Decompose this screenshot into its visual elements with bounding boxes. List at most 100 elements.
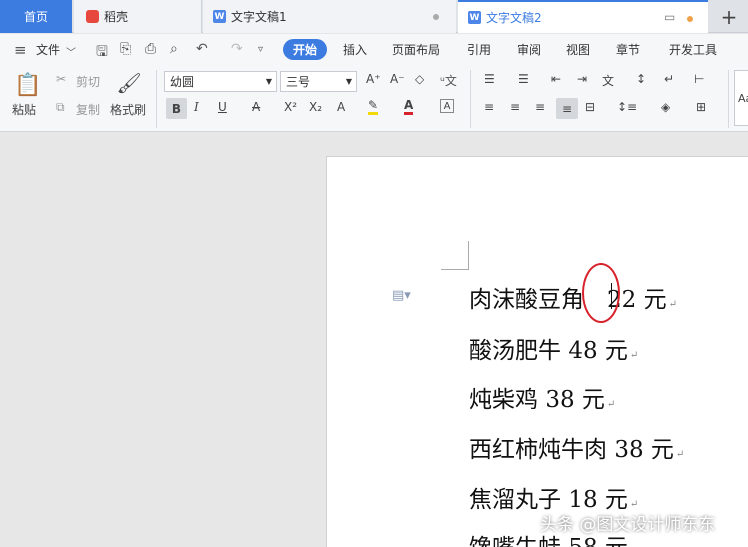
- menu-developer[interactable]: 开发工具: [669, 41, 717, 58]
- dish-name: 酸汤肥牛: [469, 338, 561, 364]
- italic-button[interactable]: I: [194, 100, 199, 114]
- format-painter-button[interactable]: 格式刷: [110, 101, 146, 118]
- style-gallery[interactable]: Aa: [734, 70, 748, 126]
- paragraph-mark-icon: ↵: [606, 399, 616, 410]
- menu-view[interactable]: 视图: [566, 41, 590, 58]
- paragraph-mark-icon: ↵: [668, 299, 677, 310]
- watermark: 头条 @图文设计师东东: [540, 515, 716, 535]
- copy-button[interactable]: 复制: [76, 101, 100, 118]
- font-size-select[interactable]: 三号 ▼: [280, 71, 357, 92]
- print-preview-icon[interactable]: ⌕: [170, 41, 178, 57]
- font-size-value: 三号: [286, 75, 311, 89]
- print-icon[interactable]: ⎙: [145, 41, 156, 57]
- borders-icon[interactable]: ⊞: [696, 100, 706, 114]
- tab-daoke-label: 稻壳: [104, 10, 129, 24]
- strikethrough-icon[interactable]: A: [252, 100, 260, 114]
- paragraph-options-icon[interactable]: ▤▾: [392, 288, 411, 303]
- underline-button[interactable]: U: [218, 100, 227, 114]
- more-chevron-icon[interactable]: ▿: [258, 44, 263, 55]
- export-icon[interactable]: ⎘: [120, 41, 131, 57]
- dish-price: 58 元: [568, 535, 628, 547]
- scissors-icon[interactable]: ✂: [56, 72, 66, 86]
- highlight-icon[interactable]: ✎: [368, 98, 379, 115]
- redo-icon[interactable]: ↷: [231, 41, 243, 57]
- menu-layout[interactable]: 页面布局: [392, 41, 440, 58]
- chevron-down-icon: ▼: [265, 77, 272, 86]
- annotation-circle: [582, 263, 620, 323]
- tab-home[interactable]: 首页: [0, 0, 72, 33]
- font-name-value: 幼圆: [170, 75, 195, 89]
- numbered-list-icon[interactable]: ☰: [518, 72, 529, 86]
- copy-icon[interactable]: ⧉: [56, 100, 65, 115]
- save-icon[interactable]: 🖫: [96, 41, 108, 65]
- paragraph-mark-icon: ↵: [629, 350, 639, 361]
- align-left-icon[interactable]: ≡: [484, 100, 494, 114]
- divider: [156, 70, 157, 128]
- show-marks-icon[interactable]: ↵: [664, 72, 674, 86]
- font-name-select[interactable]: 幼圆 ▼: [164, 71, 277, 92]
- new-tab-button[interactable]: +: [714, 3, 744, 30]
- dish-name: 西红柿炖牛肉: [469, 437, 607, 463]
- menu-review[interactable]: 审阅: [517, 41, 541, 58]
- tab-doc1[interactable]: W 文字文稿1: [203, 0, 456, 33]
- menu-section[interactable]: 章节: [616, 41, 640, 58]
- phonetic-guide-icon[interactable]: ᵘ文: [440, 72, 457, 89]
- decrease-indent-icon[interactable]: ⇤: [551, 72, 561, 86]
- tab-doc2[interactable]: W 文字文稿2 ▭: [458, 0, 708, 33]
- subscript-button[interactable]: X₂: [309, 100, 322, 114]
- menu-file[interactable]: 文件: [36, 41, 60, 58]
- dish-price: 38 元: [545, 387, 605, 413]
- margin-corner-mark: [441, 269, 469, 270]
- text-effect-icon[interactable]: A: [337, 100, 345, 114]
- menu-line[interactable]: 炖柴鸡 38 元 ↵: [469, 380, 615, 414]
- justify-icon[interactable]: ≡: [556, 98, 578, 119]
- superscript-button[interactable]: X²: [284, 100, 297, 114]
- bold-button[interactable]: B: [166, 98, 187, 119]
- paragraph-mark-icon: ↵: [675, 449, 685, 460]
- tab-bar: 首页 稻壳 W 文字文稿1 W 文字文稿2 ▭ +: [0, 0, 748, 33]
- chevron-down-icon[interactable]: ﹀: [66, 44, 76, 59]
- window-icon[interactable]: ▭: [664, 10, 675, 24]
- format-painter-icon[interactable]: 🖌: [116, 70, 141, 96]
- shrink-font-icon[interactable]: A⁻: [390, 72, 405, 86]
- tab-doc2-label: 文字文稿2: [486, 11, 542, 25]
- line-spacing-icon[interactable]: ↕≡: [617, 100, 637, 114]
- writer-doc-icon: W: [213, 10, 226, 23]
- align-center-icon[interactable]: ≡: [510, 100, 520, 114]
- dish-name: 炖柴鸡: [469, 387, 538, 413]
- menu-references[interactable]: 引用: [467, 41, 491, 58]
- menu-bar: ≡ 文件 ﹀ 🖫 ⎘ ⎙ ⌕ ↶ ↷ ▿ 开始 插入 页面布局 引用 审阅 视图…: [0, 34, 748, 64]
- writer-doc-icon: W: [468, 11, 481, 24]
- hamburger-icon[interactable]: ≡: [14, 41, 27, 59]
- tab-doc1-label: 文字文稿1: [231, 10, 287, 24]
- bullet-list-icon[interactable]: ☰: [484, 72, 495, 86]
- align-right-icon[interactable]: ≡: [535, 100, 545, 114]
- tab-daoke[interactable]: 稻壳: [74, 0, 202, 33]
- menu-insert[interactable]: 插入: [343, 41, 367, 58]
- chinese-layout-icon[interactable]: 文: [602, 72, 614, 89]
- menu-line[interactable]: 西红柿炖牛肉 38 元 ↵: [469, 430, 684, 464]
- unsaved-dot-icon: [687, 16, 693, 22]
- shading-icon[interactable]: ◈: [661, 100, 670, 114]
- char-border-icon[interactable]: A: [440, 99, 454, 113]
- paste-button[interactable]: 粘贴: [12, 101, 36, 118]
- ribbon-toolbar: 📋 粘贴 ✂ 剪切 ⧉ 复制 🖌 格式刷 幼圆 ▼ 三号 ▼ A⁺ A⁻ ◇ ᵘ文 …: [0, 64, 748, 132]
- menu-start[interactable]: 开始: [283, 39, 327, 60]
- grow-font-icon[interactable]: A⁺: [366, 72, 381, 86]
- cut-button[interactable]: 剪切: [76, 73, 100, 90]
- sort-icon[interactable]: ↕: [636, 72, 646, 86]
- font-color-button[interactable]: A: [404, 98, 414, 115]
- undo-icon[interactable]: ↶: [196, 41, 208, 57]
- menu-line[interactable]: 焦溜丸子 18 元 ↵: [469, 480, 638, 514]
- paste-icon[interactable]: 📋: [14, 70, 42, 100]
- tab-stops-icon[interactable]: ⊢: [694, 72, 704, 86]
- clear-format-icon[interactable]: ◇: [415, 72, 424, 86]
- distribute-icon[interactable]: ⊟: [585, 100, 595, 114]
- menu-line[interactable]: 酸汤肥牛 48 元 ↵: [469, 331, 638, 365]
- tab-home-label: 首页: [23, 10, 48, 24]
- unsaved-dot-icon: [433, 14, 439, 20]
- menu-line[interactable]: 肉沫酸豆角 22 元 ↵: [469, 280, 677, 314]
- divider: [728, 70, 729, 128]
- increase-indent-icon[interactable]: ⇥: [577, 72, 587, 86]
- divider: [470, 70, 471, 128]
